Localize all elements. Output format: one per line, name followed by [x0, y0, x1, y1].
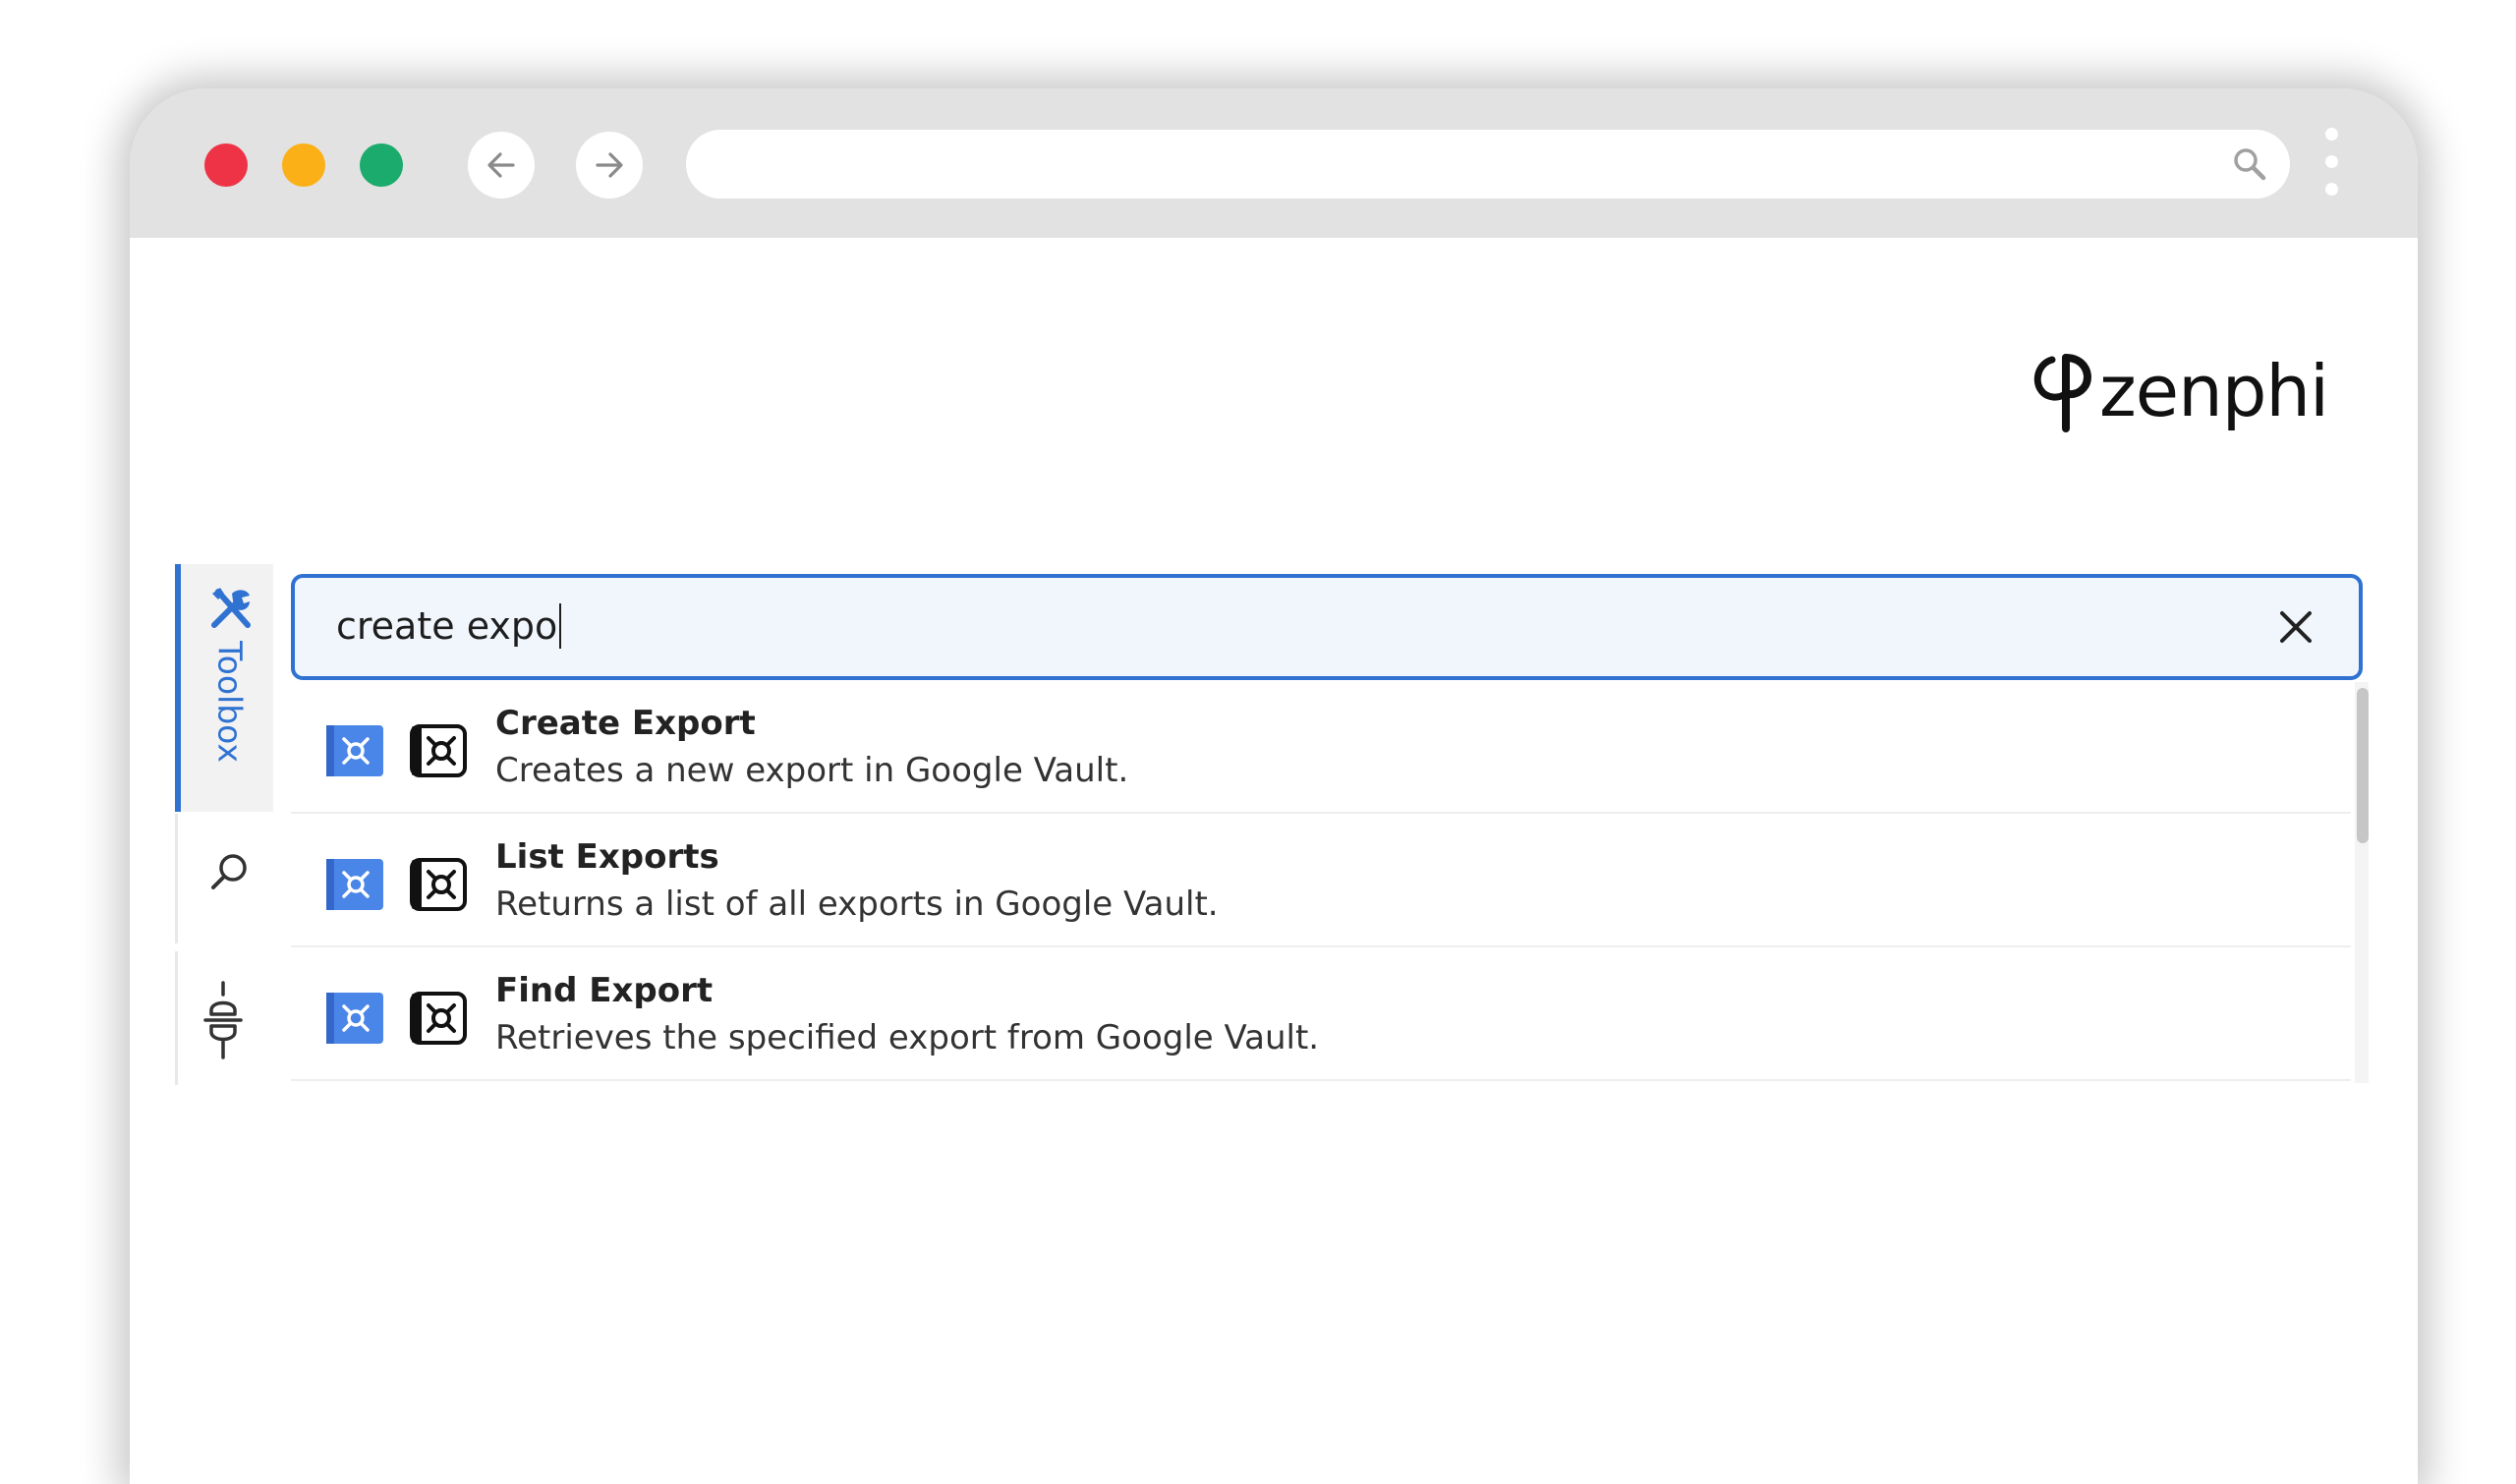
google-vault-icon	[326, 725, 383, 776]
browser-titlebar	[130, 88, 2418, 238]
result-title: Find Export	[495, 971, 714, 1010]
brand-name: zenphi	[2099, 350, 2329, 432]
maximize-window-button[interactable]	[360, 143, 403, 187]
zenphi-logo: zenphi	[2032, 342, 2329, 440]
vault-outline-icon	[410, 858, 467, 911]
search-query-text: create expo	[336, 604, 558, 648]
toolbox-label: Toolbox	[210, 641, 250, 763]
google-vault-icon	[326, 859, 383, 910]
magnifier-icon	[211, 854, 247, 889]
arrow-left-icon	[487, 152, 515, 178]
result-title: Create Export	[495, 704, 756, 743]
google-vault-icon	[326, 993, 383, 1044]
vault-outline-icon	[410, 992, 467, 1045]
search-result-item[interactable]: Find Export Retrieves the specified expo…	[291, 949, 2351, 1081]
vault-outline-icon	[410, 724, 467, 777]
text-caret	[559, 603, 562, 649]
minimize-window-button[interactable]	[282, 143, 325, 187]
result-description: Returns a list of all exports in Google …	[495, 885, 1219, 924]
tools-icon	[211, 588, 251, 628]
result-description: Creates a new export in Google Vault.	[495, 751, 1129, 790]
arrow-right-icon	[596, 152, 623, 178]
search-input[interactable]: create expo	[291, 574, 2363, 680]
side-rail: Toolbox	[175, 564, 273, 1085]
search-results-list: Create Export Creates a new export in Go…	[291, 682, 2355, 1083]
search-result-item[interactable]: List Exports Returns a list of all expor…	[291, 816, 2351, 947]
search-result-item[interactable]: Create Export Creates a new export in Go…	[291, 682, 2351, 814]
zenphi-logo-mark-icon	[2033, 354, 2091, 432]
search-tab[interactable]	[175, 814, 273, 943]
plug-icon	[203, 981, 243, 1059]
results-scrollbar-thumb[interactable]	[2357, 688, 2369, 843]
search-query: create expo	[336, 603, 562, 649]
stage: zenphi Toolbox create expo Create Export…	[0, 0, 2516, 1484]
back-button[interactable]	[468, 132, 535, 199]
address-bar[interactable]	[686, 130, 2290, 199]
clear-search-icon[interactable]	[2276, 607, 2316, 647]
toolbox-tab[interactable]: Toolbox	[175, 564, 273, 812]
result-title: List Exports	[495, 837, 719, 877]
connections-tab[interactable]	[175, 951, 273, 1085]
forward-button[interactable]	[576, 132, 643, 199]
close-window-button[interactable]	[204, 143, 248, 187]
result-description: Retrieves the specified export from Goog…	[495, 1018, 1320, 1057]
browser-window: zenphi Toolbox create expo Create Export…	[130, 88, 2418, 1484]
search-icon	[2234, 148, 2266, 181]
browser-menu-button[interactable]	[2323, 128, 2339, 206]
